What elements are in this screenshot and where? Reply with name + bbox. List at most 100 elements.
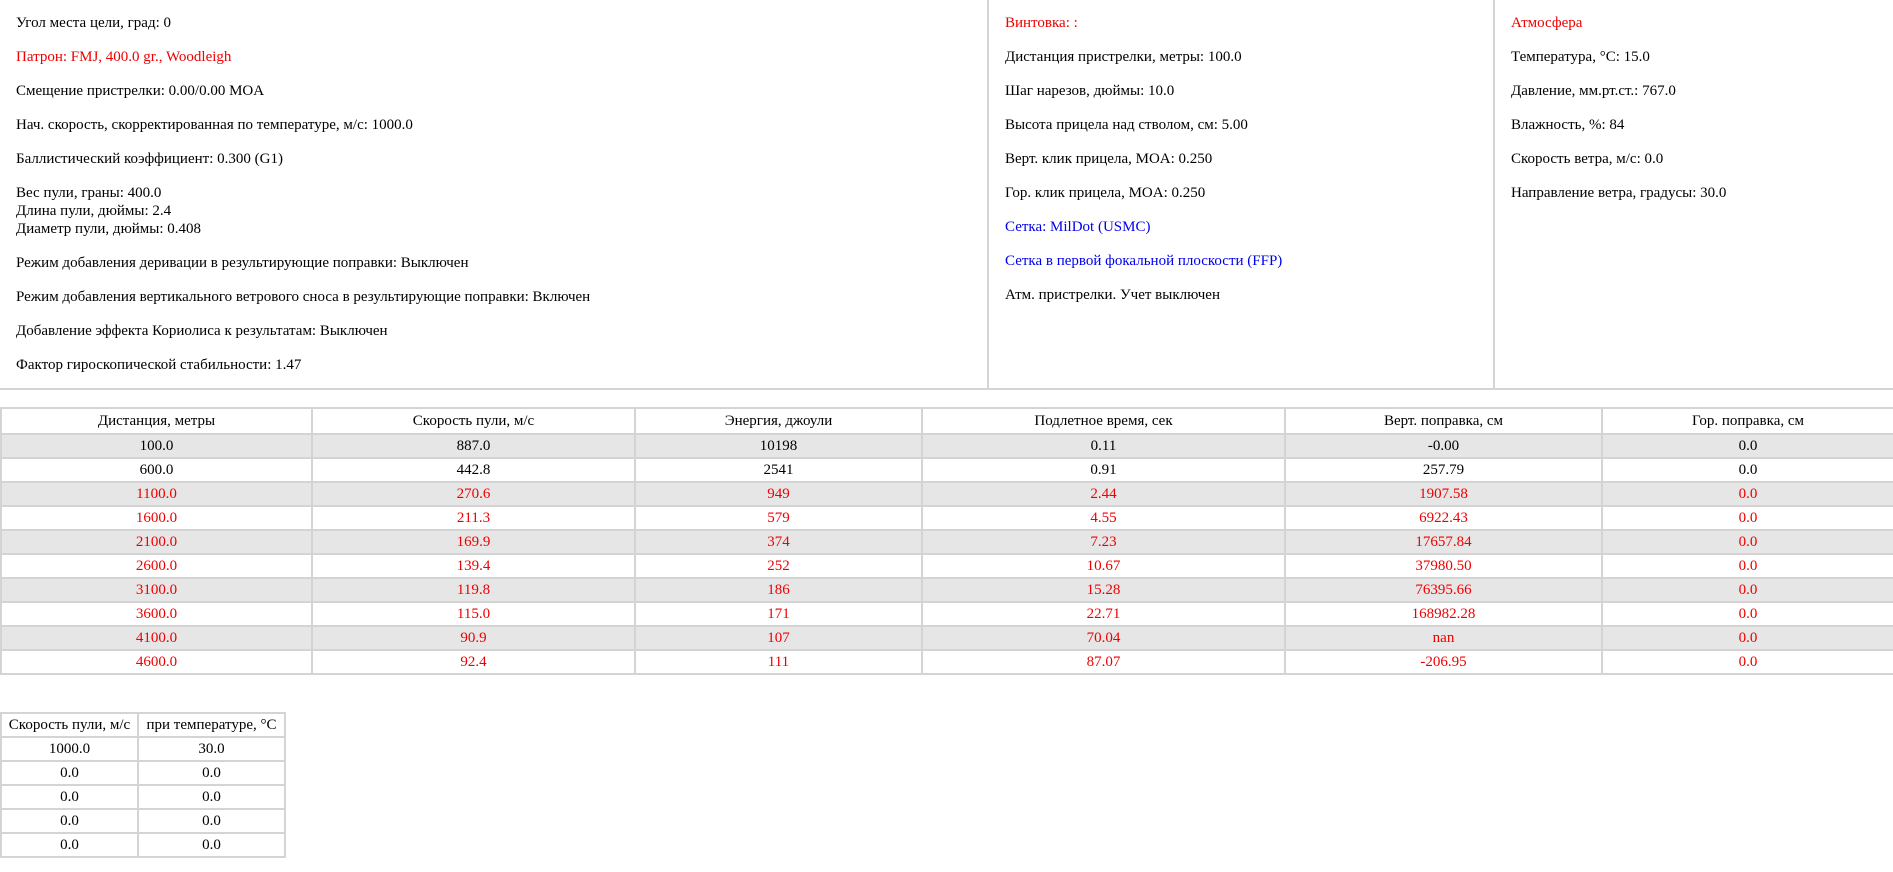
table-cell: 70.04: [921, 625, 1286, 651]
ballistic-results-table: Дистанция, метры Скорость пули, м/с Энер…: [0, 407, 1893, 675]
table-cell: 2.44: [921, 481, 1286, 507]
table-cell: 107: [634, 625, 923, 651]
table-cell: 0.91: [921, 457, 1286, 483]
table-cell: 0.0: [137, 760, 286, 786]
cartridge-text: Патрон: FMJ, 400.0 gr., Woodleigh: [16, 49, 232, 65]
table-row: 2100.0 169.9 374 7.23 17657.84 0.0: [0, 529, 1893, 555]
table-cell: 6922.43: [1284, 505, 1603, 531]
table-cell: 22.71: [921, 601, 1286, 627]
info-panel: Угол места цели, град: 0 Патрон: FMJ, 40…: [0, 0, 1893, 390]
table-cell: 374: [634, 529, 923, 555]
table-cell: 2100.0: [0, 529, 313, 555]
table-cell: nan: [1284, 625, 1603, 651]
target-angle-text: Угол места цели, град: 0: [16, 15, 172, 31]
table-cell: -206.95: [1284, 649, 1603, 675]
ballistic-coefficient-text: Баллистический коэффициент: 0.300 (G1): [16, 151, 283, 167]
table-cell: 0.0: [1601, 457, 1893, 483]
table-cell: 0.0: [1601, 601, 1893, 627]
table-cell: 0.0: [137, 784, 286, 810]
table-row: 4100.0 90.9 107 70.04 nan 0.0: [0, 625, 1893, 651]
humidity-text: Влажность, %: 84: [1511, 117, 1625, 133]
table-cell: 92.4: [311, 649, 636, 675]
table-cell: 90.9: [311, 625, 636, 651]
table-cell: 2541: [634, 457, 923, 483]
table-cell: 10198: [634, 433, 923, 459]
column-header: Скорость пули, м/с: [311, 407, 636, 435]
temperature-velocity-table: Скорость пули, м/с при температуре, °C 1…: [0, 712, 286, 858]
rifle-link[interactable]: Винтовка: :: [1005, 14, 1493, 48]
table-cell: 4600.0: [0, 649, 313, 675]
table-cell: 76395.66: [1284, 577, 1603, 603]
rifle-column: Винтовка: : Дистанция пристрелки, метры:…: [989, 0, 1495, 388]
table-cell: 7.23: [921, 529, 1286, 555]
gyro-stability-text: Фактор гироскопической стабильности: 1.4…: [16, 357, 302, 373]
table-cell: 0.0: [1601, 481, 1893, 507]
table-cell: 270.6: [311, 481, 636, 507]
table-row: 3600.0 115.0 171 22.71 168982.28 0.0: [0, 601, 1893, 627]
temperature-text: Температура, °C: 15.0: [1511, 49, 1650, 65]
wind-direction-text: Направление ветра, градусы: 30.0: [1511, 185, 1727, 201]
table-cell: 252: [634, 553, 923, 579]
table-cell: 0.11: [921, 433, 1286, 459]
column-header: при температуре, °C: [137, 712, 286, 738]
table-cell: 37980.50: [1284, 553, 1603, 579]
table-cell: 0.0: [0, 808, 139, 834]
table-cell: 949: [634, 481, 923, 507]
table-cell: 87.07: [921, 649, 1286, 675]
table-cell: 30.0: [137, 736, 286, 762]
table-cell: 0.0: [1601, 505, 1893, 531]
table-cell: 1000.0: [0, 736, 139, 762]
table-cell: 0.0: [0, 760, 139, 786]
table-cell: 0.0: [1601, 529, 1893, 555]
table-cell: 579: [634, 505, 923, 531]
table-cell: 1100.0: [0, 481, 313, 507]
table-cell: 1600.0: [0, 505, 313, 531]
table-cell: 0.0: [137, 808, 286, 834]
table-cell: 17657.84: [1284, 529, 1603, 555]
table-cell: 0.0: [1601, 433, 1893, 459]
shot-parameters-column: Угол места цели, град: 0 Патрон: FMJ, 40…: [0, 0, 989, 388]
table-row: 1600.0 211.3 579 4.55 6922.43 0.0: [0, 505, 1893, 531]
table-row: 4600.0 92.4 111 87.07 -206.95 0.0: [0, 649, 1893, 675]
table-row: 1000.0 30.0: [0, 736, 286, 762]
table-row: 3100.0 119.8 186 15.28 76395.66 0.0: [0, 577, 1893, 603]
table-cell: 0.0: [1601, 553, 1893, 579]
column-header: Дистанция, метры: [0, 407, 313, 435]
reticle-link[interactable]: Сетка: MilDot (USMC): [1005, 218, 1493, 252]
table-cell: 887.0: [311, 433, 636, 459]
column-header: Верт. поправка, см: [1284, 407, 1603, 435]
zero-atmosphere-text: Атм. пристрелки. Учет выключен: [1005, 287, 1220, 303]
table-cell: 600.0: [0, 457, 313, 483]
spin-drift-mode-text: Режим добавления деривации в результирую…: [16, 255, 469, 271]
table-cell: 0.0: [1601, 649, 1893, 675]
column-header: Гор. поправка, см: [1601, 407, 1893, 435]
table-row: 100.0 887.0 10198 0.11 -0.00 0.0: [0, 433, 1893, 459]
table-cell: 0.0: [137, 832, 286, 858]
table-row: 2600.0 139.4 252 10.67 37980.50 0.0: [0, 553, 1893, 579]
table-cell: 169.9: [311, 529, 636, 555]
table-cell: -0.00: [1284, 433, 1603, 459]
wind-speed-text: Скорость ветра, м/с: 0.0: [1511, 151, 1664, 167]
pressure-text: Давление, мм.рт.ст.: 767.0: [1511, 83, 1676, 99]
table-cell: 0.0: [1601, 577, 1893, 603]
atmosphere-link[interactable]: Атмосфера: [1511, 14, 1893, 48]
table-cell: 186: [634, 577, 923, 603]
table-cell: 15.28: [921, 577, 1286, 603]
table-row: 0.0 0.0: [0, 832, 286, 858]
bullet-specs-group: Вес пули, граны: 400.0 Длина пули, дюймы…: [16, 184, 987, 238]
table-row: 600.0 442.8 2541 0.91 257.79 0.0: [0, 457, 1893, 483]
table-cell: 3100.0: [0, 577, 313, 603]
sight-height-text: Высота прицела над стволом, см: 5.00: [1005, 117, 1248, 133]
table-row: 0.0 0.0: [0, 760, 286, 786]
coriolis-mode-text: Добавление эффекта Кориолиса к результат…: [16, 323, 388, 339]
table-cell: 111: [634, 649, 923, 675]
table-cell: 4.55: [921, 505, 1286, 531]
atmosphere-column: Атмосфера Температура, °C: 15.0 Давление…: [1495, 0, 1893, 388]
ffp-link[interactable]: Сетка в первой фокальной плоскости (FFP): [1005, 252, 1493, 286]
table-cell: 1907.58: [1284, 481, 1603, 507]
table-cell: 119.8: [311, 577, 636, 603]
bullet-length-text: Длина пули, дюймы: 2.4: [16, 203, 172, 219]
zero-offset-text: Смещение пристрелки: 0.00/0.00 MOA: [16, 83, 265, 99]
table-header-row: Дистанция, метры Скорость пули, м/с Энер…: [0, 407, 1893, 435]
table-cell: 3600.0: [0, 601, 313, 627]
